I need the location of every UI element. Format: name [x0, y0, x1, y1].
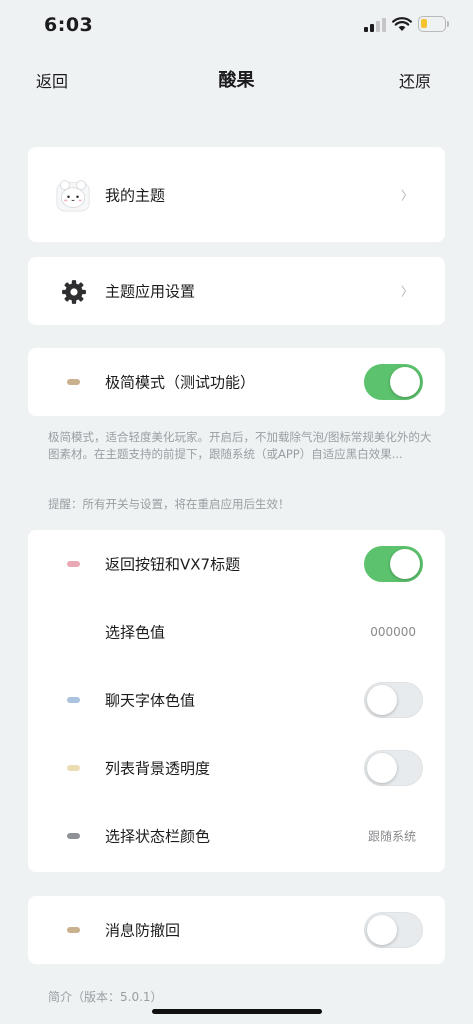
- my-theme-card[interactable]: 我的主题 〉: [28, 147, 445, 242]
- list-bg-opacity-toggle[interactable]: [364, 750, 423, 786]
- status-time: 6:03: [44, 14, 94, 36]
- nav-bar: 酸果 返回 还原: [0, 56, 473, 100]
- back-button-title-label: 返回按钮和VX7标题: [105, 555, 241, 574]
- blue-dot-icon: [67, 697, 80, 703]
- reminder-text: 提醒：所有开关与设置，将在重启应用后生效！: [48, 497, 290, 511]
- theme-settings-card[interactable]: 主题应用设置 〉: [28, 257, 445, 325]
- back-button-title-toggle[interactable]: [364, 546, 423, 582]
- pick-color-label: 选择色值: [105, 623, 166, 642]
- minimal-mode-card: 极简模式（测试功能）: [28, 348, 445, 416]
- battery-icon: [418, 16, 446, 32]
- status-bar-color-row[interactable]: 选择状态栏颜色 跟随系统: [28, 802, 445, 870]
- reset-button[interactable]: 还原: [399, 68, 431, 92]
- chat-font-color-toggle[interactable]: [364, 682, 423, 718]
- toggle-knob: [390, 367, 420, 397]
- bear-avatar-icon: [56, 180, 90, 212]
- gear-icon: [62, 280, 86, 304]
- back-button[interactable]: 返回: [36, 68, 68, 92]
- list-bg-opacity-row: 列表背景透明度: [28, 734, 445, 802]
- minimal-mode-label: 极简模式（测试功能）: [105, 373, 256, 392]
- back-button-title-row: 返回按钮和VX7标题: [28, 530, 445, 598]
- pick-color-value: 000000: [370, 625, 416, 639]
- tan-dot-icon: [67, 927, 80, 933]
- status-bar: 6:03: [0, 0, 473, 50]
- toggle-knob: [367, 685, 397, 715]
- anti-recall-label: 消息防撤回: [105, 921, 181, 940]
- list-bg-opacity-label: 列表背景透明度: [105, 759, 211, 778]
- anti-recall-row: 消息防撤回: [28, 896, 445, 964]
- pink-dot-icon: [67, 561, 80, 567]
- cellular-signal-icon: [364, 18, 386, 32]
- battery-tip: [447, 21, 449, 27]
- chevron-right-icon: 〉: [400, 188, 413, 202]
- pick-color-row[interactable]: 选择色值 000000: [28, 598, 445, 666]
- chat-font-color-label: 聊天字体色值: [105, 691, 196, 710]
- wifi-icon: [392, 17, 412, 31]
- settings-group-card: 返回按钮和VX7标题 选择色值 000000 聊天字体色值 列表背景透明度 选择…: [28, 530, 445, 872]
- minimal-mode-description: 极简模式，适合轻度美化玩家。开启后，不加载除气泡/图标常规美化外的大图素材。在主…: [48, 430, 432, 461]
- minimal-mode-row: 极简模式（测试功能）: [28, 348, 445, 416]
- status-bar-color-label: 选择状态栏颜色: [105, 827, 211, 846]
- my-theme-row[interactable]: 我的主题 〉: [28, 147, 445, 242]
- theme-settings-label: 主题应用设置: [105, 282, 196, 301]
- gray-dot-icon: [67, 833, 80, 839]
- anti-recall-card: 消息防撤回: [28, 896, 445, 964]
- theme-settings-row[interactable]: 主题应用设置 〉: [28, 257, 445, 325]
- home-indicator: [152, 1009, 322, 1014]
- toggle-knob: [367, 753, 397, 783]
- minimal-mode-toggle[interactable]: [364, 364, 423, 400]
- toggle-knob: [390, 549, 420, 579]
- tan-dot-icon: [67, 379, 80, 385]
- chevron-right-icon: 〉: [400, 284, 413, 299]
- cream-dot-icon: [67, 765, 80, 771]
- status-bar-color-value: 跟随系统: [367, 829, 416, 844]
- anti-recall-toggle[interactable]: [364, 912, 423, 948]
- my-theme-label: 我的主题: [105, 186, 166, 204]
- intro-text: 简介（版本：5.0.1）: [48, 990, 163, 1004]
- chat-font-color-row: 聊天字体色值: [28, 666, 445, 734]
- toggle-knob: [367, 915, 397, 945]
